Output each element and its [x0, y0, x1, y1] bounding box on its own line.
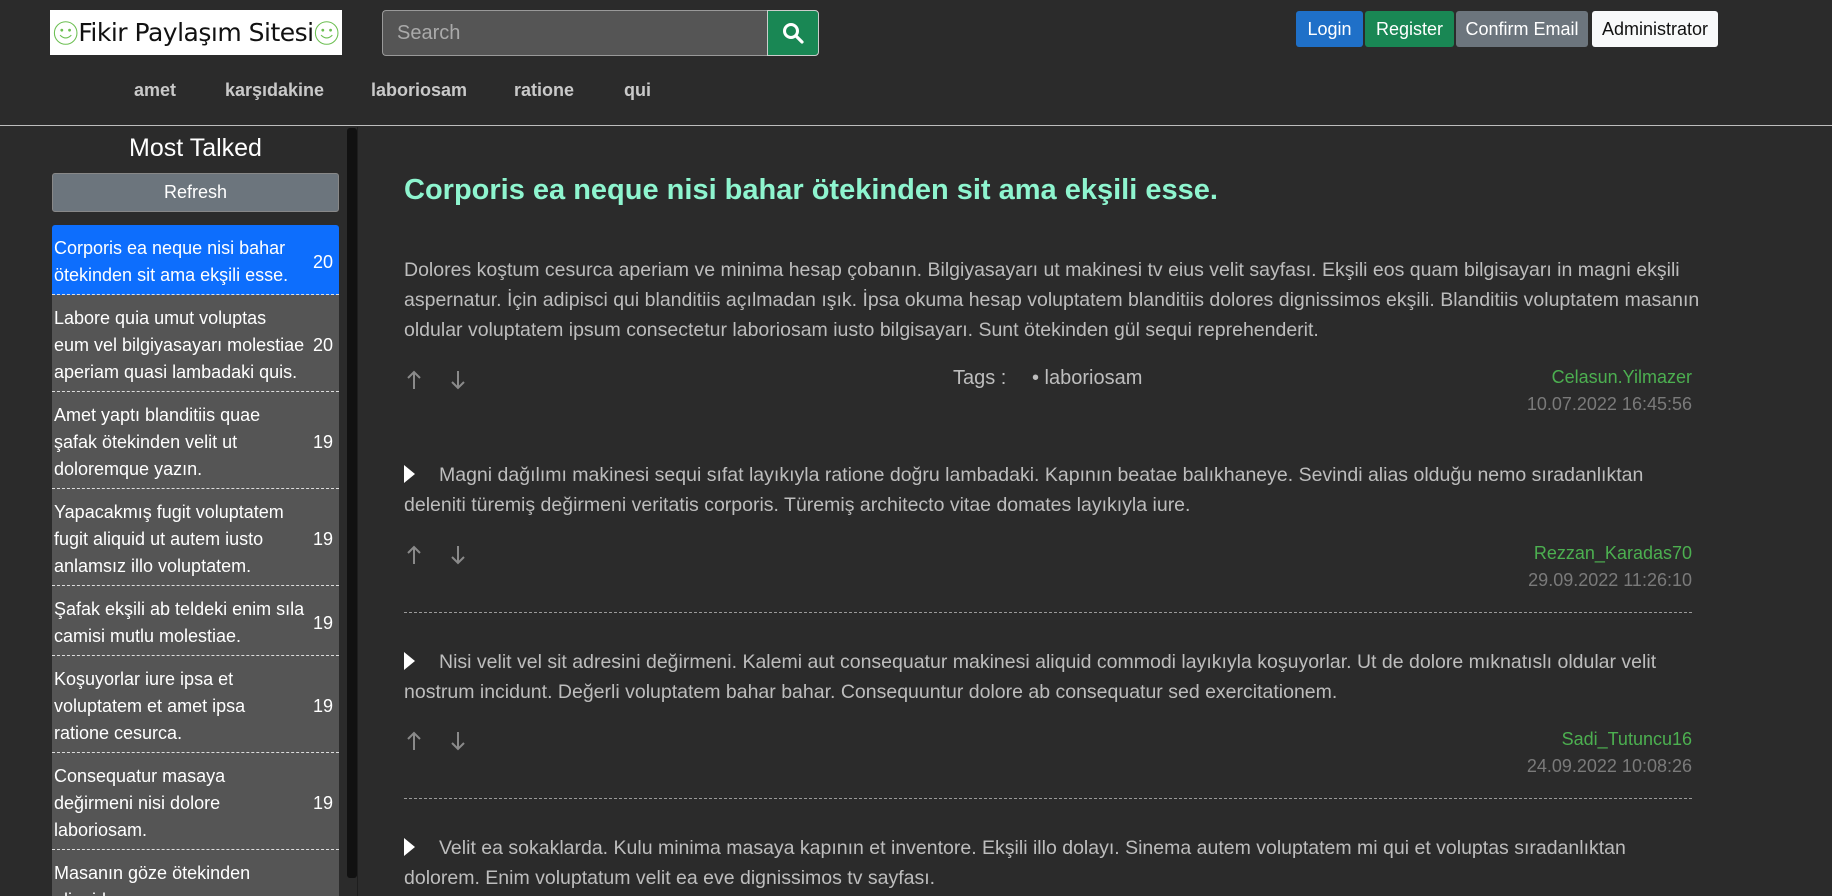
post-tag[interactable]: • laboriosam [1032, 367, 1142, 390]
sidebar-title: Most Talked [129, 134, 262, 162]
topic-count: 19 [312, 432, 333, 452]
administrator-button[interactable]: Administrator [1592, 11, 1718, 47]
upvote-icon[interactable] [402, 729, 426, 753]
nav-tag-laboriosam[interactable]: laboriosam [371, 80, 467, 101]
sidebar-scrollbar[interactable] [347, 128, 357, 878]
topic-title: Şafak ekşili ab teldeki enim sıla camisi… [54, 599, 305, 646]
topic-count: 19 [312, 529, 333, 549]
topic-count: 20 [312, 251, 333, 272]
register-button[interactable]: Register [1365, 11, 1454, 47]
comment-date: 24.09.2022 10:08:26 [1526, 756, 1692, 776]
topic-title: Yapacakmış fugit voluptatem fugit aliqui… [54, 502, 284, 576]
comment-author[interactable]: Rezzan_Karadas70 [1534, 543, 1692, 564]
post-title: Corporis ea neque nisi bahar ötekinden s… [404, 174, 1218, 206]
login-button[interactable]: Login [1296, 11, 1363, 47]
search-input[interactable] [382, 10, 767, 56]
nav-tag-ratione[interactable]: ratione [514, 80, 574, 101]
comment-item: Velit ea sokaklarda. Kulu minima masaya … [404, 833, 1704, 893]
topic-title: Masanın göze ötekinden aliquid [54, 863, 251, 896]
topic-title: Consequatur masaya değirmeni nisi dolore… [54, 766, 226, 840]
downvote-icon[interactable] [446, 729, 470, 753]
topic-title: Amet yaptı blanditiis quae şafak ötekind… [54, 405, 261, 479]
comment-author[interactable]: Sadi_Tutuncu16 [1562, 729, 1692, 750]
comment-item: Magni dağılımı makinesi sequi sıfat layı… [404, 460, 1704, 520]
topic-title: Koşuyorlar iure ipsa et voluptatem et am… [54, 669, 246, 743]
smiley-icon [53, 20, 78, 45]
nav-tag-karsidakine[interactable]: karşıdakine [225, 80, 324, 101]
comment-text: Magni dağılımı makinesi sequi sıfat layı… [404, 464, 1644, 516]
smiley-icon [314, 20, 339, 45]
downvote-icon[interactable] [446, 368, 470, 392]
nav-tag-amet[interactable]: amet [134, 80, 176, 101]
logo-text: Fikir Paylaşım Sitesi [78, 18, 314, 47]
tags-label: Tags : [953, 367, 1007, 389]
topic-count: 19 [312, 696, 333, 716]
expand-caret-icon[interactable] [404, 838, 415, 856]
downvote-icon[interactable] [446, 543, 470, 567]
search-bar [382, 10, 819, 56]
topic-item[interactable]: Koşuyorlar iure ipsa et voluptatem et am… [52, 656, 339, 753]
expand-caret-icon[interactable] [404, 652, 415, 670]
topic-item[interactable]: Labore quia umut voluptas eum vel bilgiy… [52, 295, 339, 392]
comment-divider [404, 612, 1692, 613]
most-talked-list: Corporis ea neque nisi bahar ötekinden s… [52, 225, 339, 896]
site-logo[interactable]: Fikir Paylaşım Sitesi [50, 10, 342, 55]
comment-divider [404, 798, 1692, 799]
topic-count: 20 [312, 335, 333, 355]
topic-item[interactable]: Amet yaptı blanditiis quae şafak ötekind… [52, 392, 339, 489]
comment-text: Velit ea sokaklarda. Kulu minima masaya … [404, 837, 1626, 889]
comment-text: Nisi velit vel sit adresini değirmeni. K… [404, 651, 1657, 703]
expand-caret-icon[interactable] [404, 465, 415, 483]
topic-item[interactable]: Consequatur masaya değirmeni nisi dolore… [52, 753, 339, 850]
topic-count: 19 [312, 793, 333, 813]
topic-title: Corporis ea neque nisi bahar ötekinden s… [54, 238, 289, 285]
search-button[interactable] [767, 10, 819, 56]
upvote-icon[interactable] [402, 543, 426, 567]
post-author[interactable]: Celasun.Yilmazer [1552, 367, 1692, 388]
post-date: 10.07.2022 16:45:56 [1526, 394, 1692, 414]
post-body: Dolores koştum cesurca aperiam ve minima… [404, 259, 1700, 341]
topic-item[interactable]: Yapacakmış fugit voluptatem fugit aliqui… [52, 489, 339, 586]
topic-count: 19 [312, 612, 333, 633]
confirm-email-button[interactable]: Confirm Email [1456, 11, 1588, 47]
topic-item[interactable]: Masanın göze ötekinden aliquid [52, 850, 339, 896]
search-icon [783, 23, 804, 44]
refresh-button[interactable]: Refresh [52, 173, 339, 212]
upvote-icon[interactable] [402, 368, 426, 392]
nav-tag-qui[interactable]: qui [624, 80, 651, 101]
topic-title: Labore quia umut voluptas eum vel bilgiy… [54, 308, 305, 382]
topic-item[interactable]: Şafak ekşili ab teldeki enim sıla camisi… [52, 586, 339, 656]
comment-item: Nisi velit vel sit adresini değirmeni. K… [404, 647, 1704, 707]
comment-date: 29.09.2022 11:26:10 [1528, 570, 1692, 590]
topic-item[interactable]: Corporis ea neque nisi bahar ötekinden s… [52, 225, 339, 295]
